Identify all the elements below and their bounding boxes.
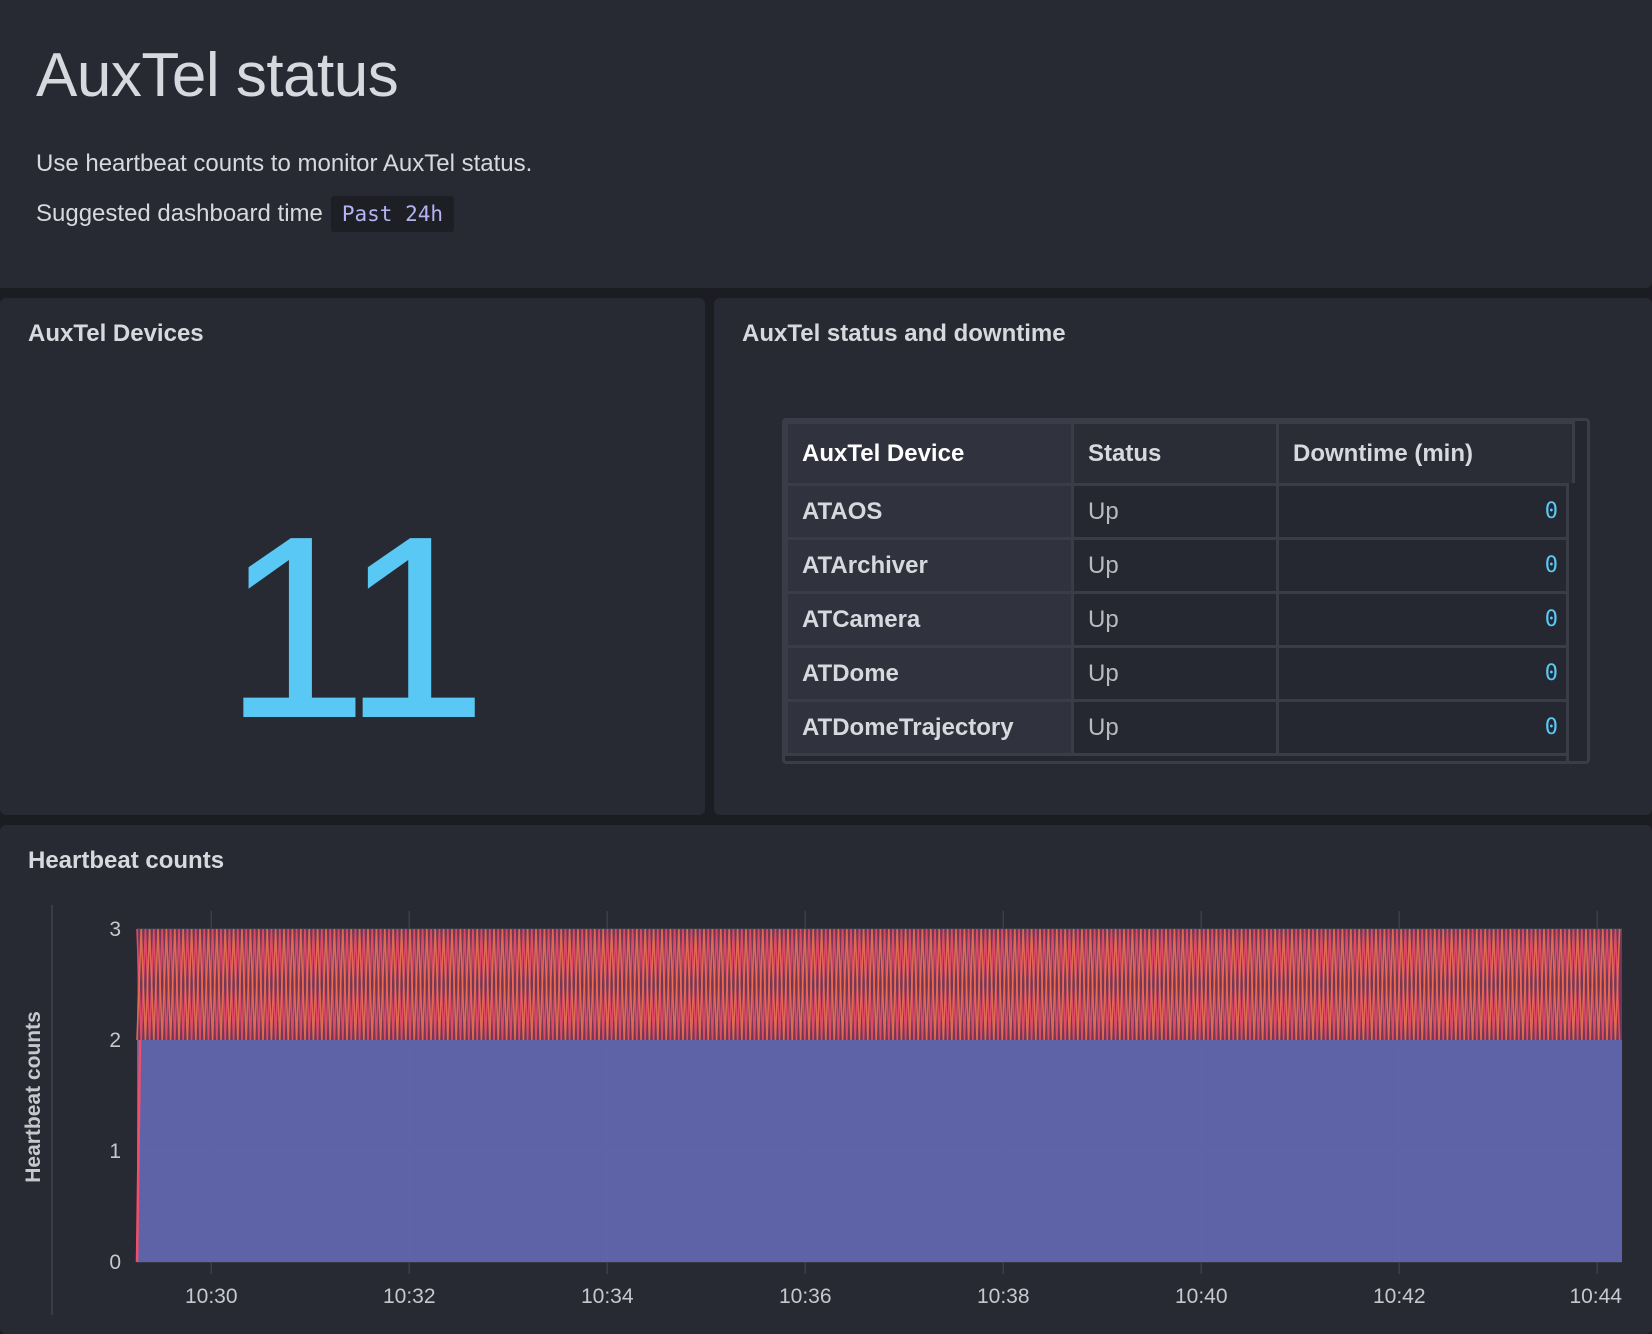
x-tick-label: 10:36 xyxy=(779,1285,832,1308)
suggested-time-label: Suggested dashboard time xyxy=(36,200,323,227)
device-cell: ATAOS xyxy=(785,483,1074,540)
page-description: Use heartbeat counts to monitor AuxTel s… xyxy=(36,150,533,177)
suggested-time-chip: Past 24h xyxy=(330,196,455,232)
series-area-base xyxy=(137,1040,1622,1262)
y-tick-label: 2 xyxy=(109,1029,121,1052)
heartbeat-panel: Heartbeat counts 0 1 2 3 10:30 10:32 10:34 10:3… xyxy=(0,825,1652,1334)
devices-panel-title[interactable]: AuxTel Devices xyxy=(28,320,204,348)
downtime-cell: 0 xyxy=(1276,645,1575,702)
status-cell: Up xyxy=(1071,699,1279,756)
column-header-status[interactable]: Status xyxy=(1071,421,1279,486)
x-tick-label: 10:30 xyxy=(185,1285,238,1308)
downtime-cell: 0 xyxy=(1276,699,1575,756)
y-tick-label: 3 xyxy=(109,918,121,941)
suggested-time-line: Suggested dashboard time Past 24h xyxy=(36,196,455,232)
y-tick-label: 1 xyxy=(109,1140,121,1163)
device-cell: ATDome xyxy=(785,645,1074,702)
y-axis-label: Heartbeat counts xyxy=(22,1011,45,1183)
devices-panel: AuxTel Devices 11 xyxy=(0,298,705,815)
x-tick-label: 10:42 xyxy=(1373,1285,1426,1308)
downtime-cell: 0 xyxy=(1276,537,1575,594)
downtime-cell: 0 xyxy=(1276,591,1575,648)
table-scrollbar[interactable] xyxy=(1566,483,1587,761)
column-header-device[interactable]: AuxTel Device xyxy=(785,421,1074,486)
x-tick-label: 10:34 xyxy=(581,1285,634,1308)
table-row: ATCamera Up 0 xyxy=(785,591,1575,648)
table-row: ATDomeTrajectory Up 0 xyxy=(785,699,1575,756)
column-header-downtime[interactable]: Downtime (min) xyxy=(1276,421,1575,486)
header-panel: AuxTel status Use heartbeat counts to mo… xyxy=(0,0,1652,288)
table-row: ATAOS Up 0 xyxy=(785,483,1575,540)
x-tick-label: 10:32 xyxy=(383,1285,436,1308)
status-table[interactable]: AuxTel Device Status Downtime (min) ATAO… xyxy=(782,418,1590,764)
status-panel-title[interactable]: AuxTel status and downtime xyxy=(742,320,1066,348)
table-row: ATArchiver Up 0 xyxy=(785,537,1575,594)
device-cell: ATDomeTrajectory xyxy=(785,699,1074,756)
device-cell: ATArchiver xyxy=(785,537,1074,594)
device-cell: ATCamera xyxy=(785,591,1074,648)
status-panel: AuxTel status and downtime AuxTel Device… xyxy=(714,298,1652,815)
downtime-cell: 0 xyxy=(1276,483,1575,540)
table-row: ATDome Up 0 xyxy=(785,645,1575,702)
status-cell: Up xyxy=(1071,591,1279,648)
device-count-stat: 11 xyxy=(223,483,488,773)
status-cell: Up xyxy=(1071,645,1279,702)
table-header-row: AuxTel Device Status Downtime (min) xyxy=(785,421,1575,486)
y-tick-label: 0 xyxy=(109,1251,121,1274)
status-cell: Up xyxy=(1071,537,1279,594)
x-tick-label: 10:40 xyxy=(1175,1285,1228,1308)
heartbeat-chart[interactable]: 0 1 2 3 10:30 10:32 10:34 10:36 10:38 10:40 10:42 1… xyxy=(0,825,1652,1334)
x-tick-label: 10:38 xyxy=(977,1285,1030,1308)
x-tick-label: 10:44 xyxy=(1569,1285,1622,1308)
status-cell: Up xyxy=(1071,483,1279,540)
page-title: AuxTel status xyxy=(36,41,399,110)
